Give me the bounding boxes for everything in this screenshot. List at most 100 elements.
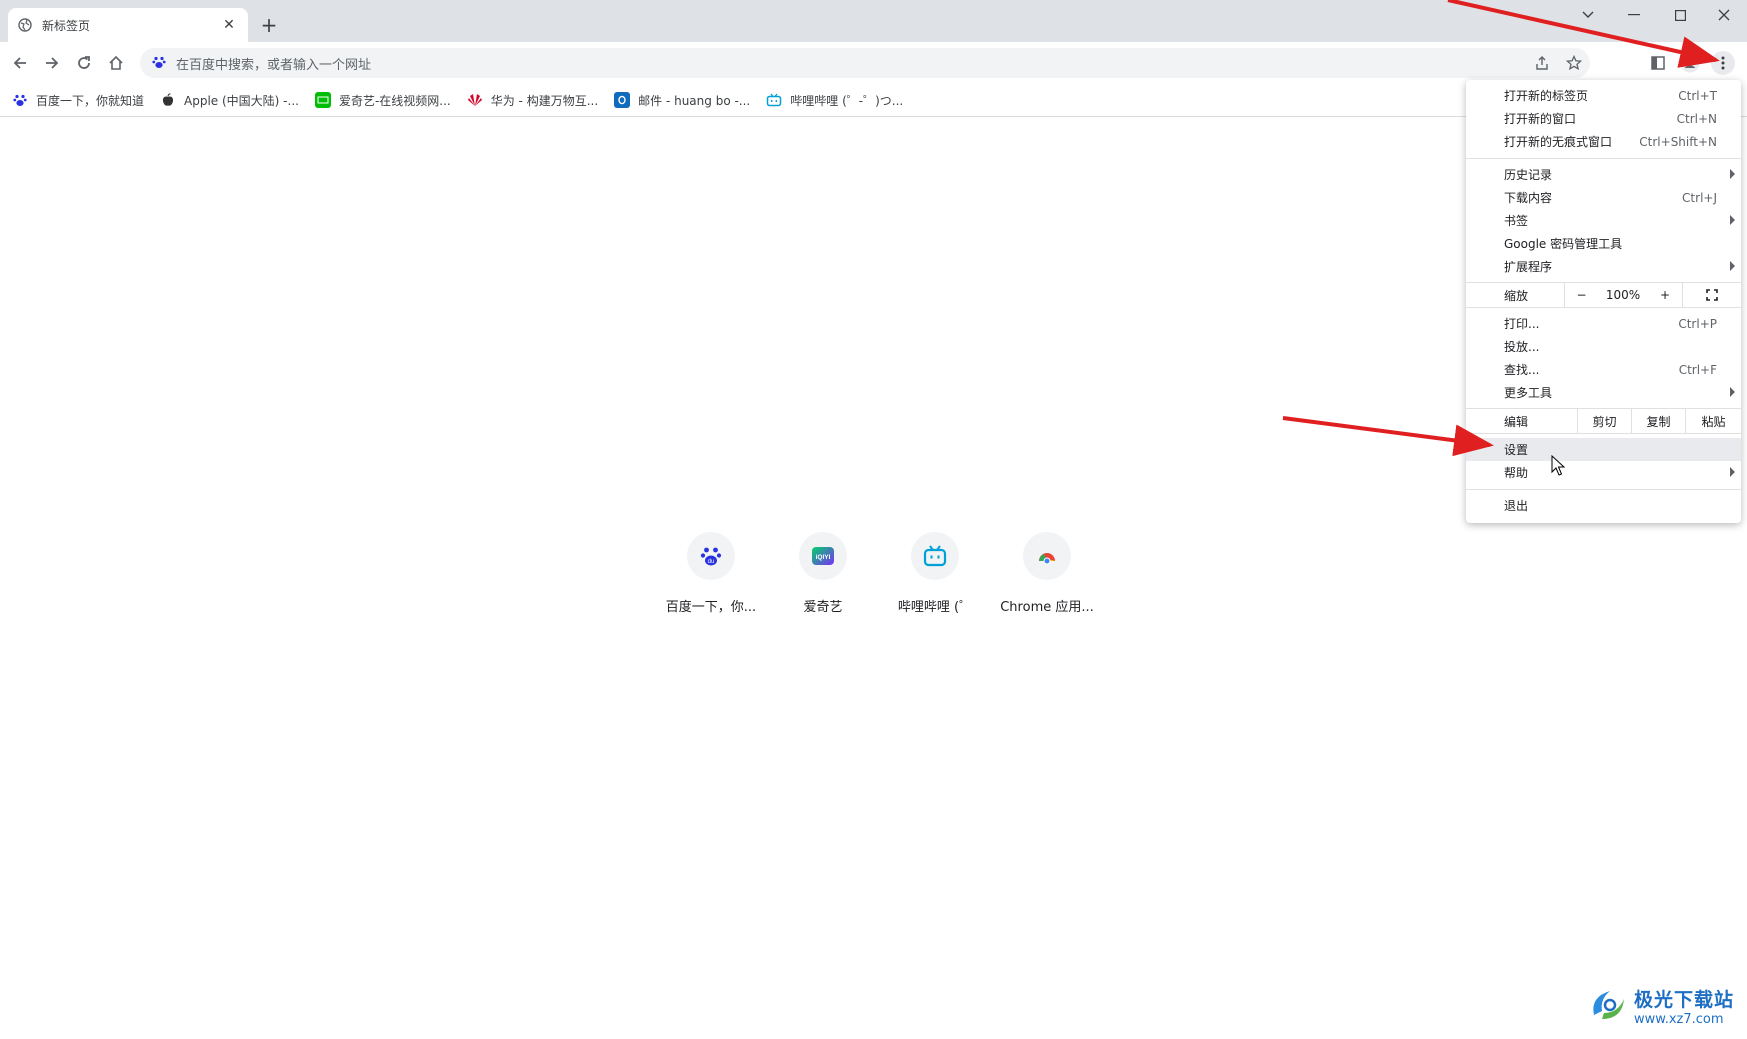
menu-item-bookmarks[interactable]: 书签 — [1466, 209, 1741, 232]
bookmark-huawei[interactable]: 华为 - 构建万物互... — [467, 92, 598, 109]
menu-item-label: 投放... — [1504, 340, 1540, 354]
reload-button[interactable] — [72, 51, 96, 75]
bookmark-label: 哔哩哔哩 (゜-゜)つ... — [790, 93, 904, 108]
bookmark-baidu[interactable]: 百度一下，你就知道 — [12, 92, 144, 109]
bookmark-apple[interactable]: Apple (中国大陆) -... — [160, 92, 299, 109]
back-button[interactable] — [8, 51, 32, 75]
shortcut-label: 百度一下，你... — [665, 600, 757, 615]
watermark: 极光下载站 www.xz7.com — [1588, 982, 1738, 1030]
watermark-text: 极光下载站 www.xz7.com — [1634, 985, 1734, 1027]
side-panel-icon[interactable] — [1646, 51, 1670, 75]
shortcut-baidu[interactable]: du 百度一下，你... — [655, 532, 767, 615]
menu-item-label: 帮助 — [1504, 466, 1529, 480]
watermark-name: 极光下载站 — [1634, 989, 1735, 1011]
menu-edit-row: 编辑 剪切 复制 粘贴 — [1466, 408, 1741, 434]
new-tab-button[interactable]: + — [258, 13, 280, 37]
baidu-paw-icon — [12, 92, 28, 108]
paste-button[interactable]: 粘贴 — [1685, 409, 1741, 433]
tab-close-icon[interactable]: ✕ — [220, 16, 238, 34]
shortcut-label: 爱奇艺 — [803, 600, 843, 615]
svg-text:iQIYI: iQIYI — [816, 554, 831, 561]
cut-button[interactable]: 剪切 — [1577, 409, 1631, 433]
home-button[interactable] — [104, 51, 128, 75]
menu-shortcut: Ctrl+T — [1678, 88, 1717, 103]
profile-avatar-icon[interactable] — [1678, 51, 1702, 75]
zoom-out-button[interactable]: − — [1564, 283, 1598, 307]
mouse-cursor-icon — [1551, 454, 1566, 480]
menu-item-label: 更多工具 — [1504, 386, 1553, 400]
menu-item-find[interactable]: 查找... Ctrl+F — [1466, 358, 1741, 381]
chrome-main-menu: 打开新的标签页 Ctrl+T 打开新的窗口 Ctrl+N 打开新的无痕式窗口 C… — [1466, 80, 1741, 523]
chrome-menu-button[interactable] — [1711, 51, 1735, 75]
menu-item-exit[interactable]: 退出 — [1466, 494, 1741, 517]
menu-item-extensions[interactable]: 扩展程序 — [1466, 255, 1741, 278]
shortcuts-grid: du 百度一下，你... iQIYI 爱奇艺 哔哩哔哩 (゜ Chrome 应用… — [655, 532, 1103, 615]
shortcut-label: 哔哩哔哩 (゜ — [897, 600, 973, 615]
fullscreen-icon[interactable] — [1682, 283, 1741, 307]
menu-item-print[interactable]: 打印... Ctrl+P — [1466, 312, 1741, 335]
bilibili-icon — [911, 532, 959, 580]
zoom-level: 100% — [1605, 288, 1641, 302]
menu-shortcut: Ctrl+J — [1682, 190, 1717, 205]
menu-item-label: 打开新的标签页 — [1504, 89, 1589, 103]
address-bar[interactable]: 在百度中搜索，或者输入一个网址 — [140, 48, 1590, 78]
menu-shortcut: Ctrl+Shift+N — [1639, 134, 1717, 149]
menu-item-incognito[interactable]: 打开新的无痕式窗口 Ctrl+Shift+N — [1466, 130, 1741, 153]
bookmark-iqiyi[interactable]: 爱奇艺-在线视频网... — [314, 92, 451, 109]
menu-item-label: 编辑 — [1504, 414, 1529, 429]
svg-text:du: du — [708, 559, 715, 565]
menu-item-new-tab[interactable]: 打开新的标签页 Ctrl+T — [1466, 84, 1741, 107]
menu-item-new-window[interactable]: 打开新的窗口 Ctrl+N — [1466, 107, 1741, 130]
shortcut-icon: iQIYI — [799, 532, 847, 580]
menu-item-label: 历史记录 — [1504, 168, 1553, 182]
menu-item-history[interactable]: 历史记录 — [1466, 163, 1741, 186]
menu-item-passwords[interactable]: Google 密码管理工具 — [1466, 232, 1741, 255]
bookmark-star-icon[interactable] — [1558, 55, 1590, 71]
bookmark-outlook[interactable]: 邮件 - huang bo -... — [614, 92, 750, 109]
bookmark-bilibili[interactable]: 哔哩哔哩 (゜-゜)つ... — [766, 92, 903, 109]
copy-button[interactable]: 复制 — [1631, 409, 1685, 433]
share-icon[interactable] — [1526, 55, 1558, 71]
menu-item-label: Google 密码管理工具 — [1504, 237, 1623, 251]
shortcut-chrome-apps[interactable]: Chrome 应用... — [991, 532, 1103, 615]
menu-item-cast[interactable]: 投放... — [1466, 335, 1741, 358]
bilibili-icon — [766, 92, 782, 108]
huawei-icon — [467, 92, 483, 108]
zoom-in-button[interactable]: + — [1648, 283, 1682, 307]
close-window-button[interactable] — [1701, 0, 1747, 30]
tab-search-dropdown-icon[interactable] — [1565, 0, 1611, 30]
menu-item-settings[interactable]: 设置 — [1466, 438, 1741, 461]
submenu-arrow-icon — [1730, 467, 1735, 477]
menu-shortcut: Ctrl+F — [1678, 362, 1717, 377]
submenu-arrow-icon — [1730, 169, 1735, 179]
menu-item-label: 打开新的窗口 — [1504, 112, 1577, 126]
menu-item-more-tools[interactable]: 更多工具 — [1466, 381, 1741, 404]
menu-item-label: 打印... — [1504, 317, 1540, 331]
tab-new-tab[interactable]: 新标签页 ✕ — [8, 8, 248, 42]
menu-item-label: 设置 — [1504, 443, 1529, 457]
shortcut-bilibili[interactable]: 哔哩哔哩 (゜ — [879, 532, 991, 615]
bookmark-label: Apple (中国大陆) -... — [184, 93, 299, 108]
omnibox-actions — [1526, 48, 1590, 78]
forward-button[interactable] — [40, 51, 64, 75]
shortcut-label: Chrome 应用... — [1000, 600, 1094, 615]
watermark-logo-icon — [1588, 985, 1628, 1028]
minimize-button[interactable] — [1611, 0, 1657, 30]
menu-shortcut: Ctrl+P — [1678, 316, 1717, 331]
chrome-web-store-icon — [1023, 532, 1071, 580]
menu-item-label: 书签 — [1504, 214, 1529, 228]
shortcut-iqiyi[interactable]: iQIYI 爱奇艺 — [767, 532, 879, 615]
menu-separator — [1466, 489, 1741, 490]
menu-item-label: 扩展程序 — [1504, 260, 1553, 274]
menu-item-label: 下载内容 — [1504, 191, 1553, 205]
address-bar-placeholder: 在百度中搜索，或者输入一个网址 — [176, 57, 372, 73]
menu-item-help[interactable]: 帮助 — [1466, 461, 1741, 484]
shortcut-icon: du — [687, 532, 735, 580]
menu-zoom-row: 缩放 − 100% + — [1466, 282, 1741, 308]
menu-item-label: 缩放 — [1504, 288, 1529, 303]
outlook-icon — [614, 92, 631, 108]
menu-item-downloads[interactable]: 下载内容 Ctrl+J — [1466, 186, 1741, 209]
submenu-arrow-icon — [1730, 387, 1735, 397]
maximize-button[interactable] — [1657, 0, 1703, 30]
submenu-arrow-icon — [1730, 261, 1735, 271]
